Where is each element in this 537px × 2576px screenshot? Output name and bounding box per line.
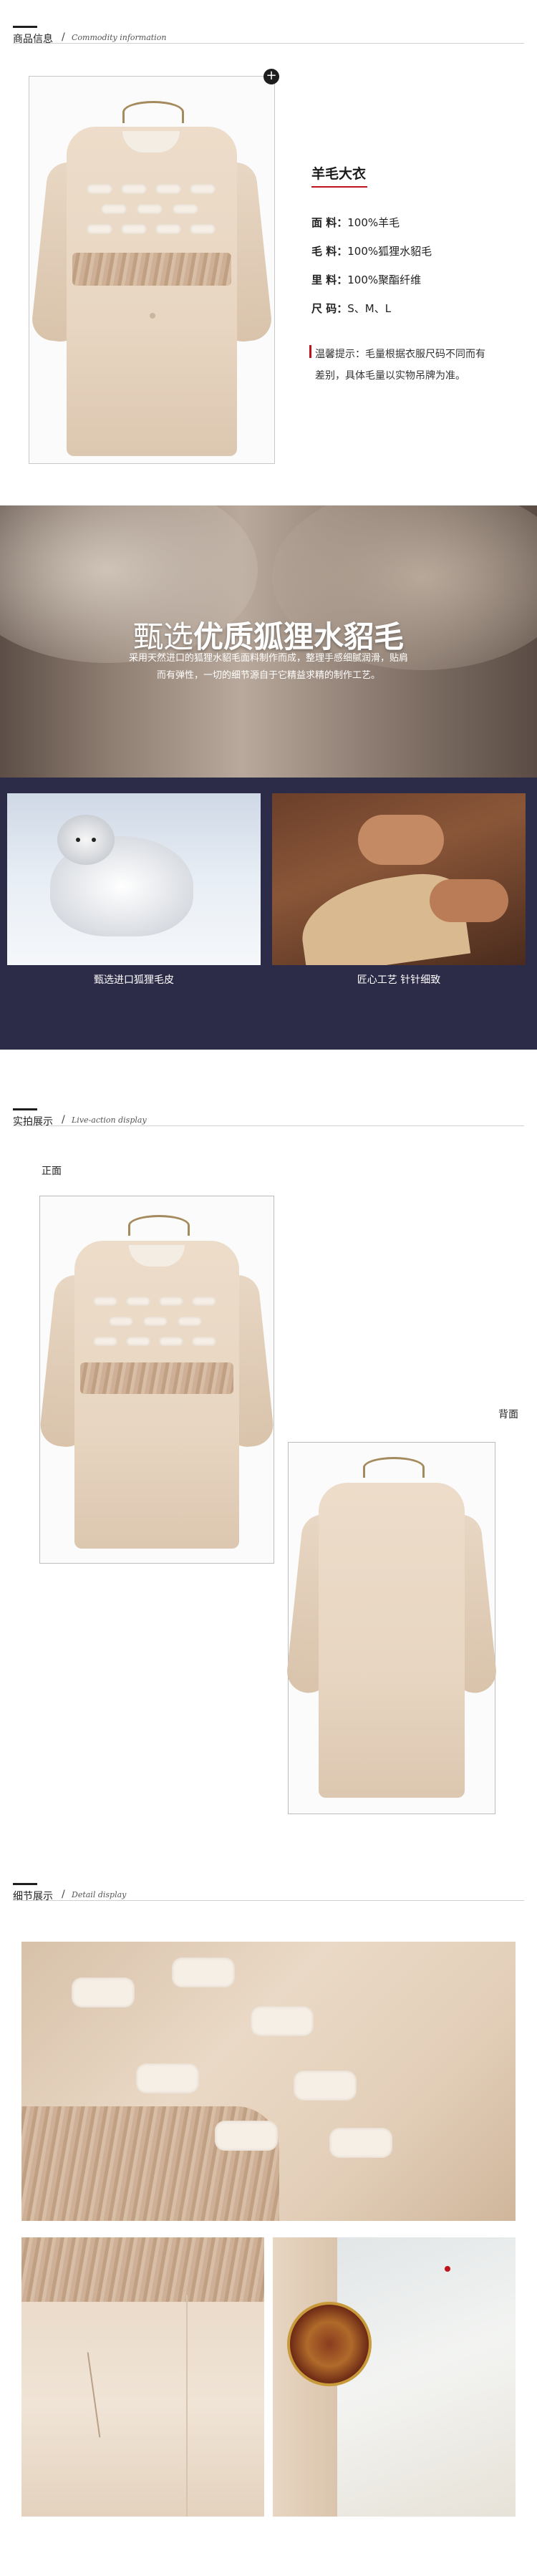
plus-circle-icon[interactable]: +: [263, 69, 279, 84]
product-name-underline: [311, 186, 367, 188]
section-title-en: Detail display: [72, 1890, 127, 1899]
header-bar: [13, 26, 37, 28]
back-label: 背面: [498, 1409, 518, 1420]
section-title-slash: /: [62, 1889, 65, 1900]
section-header-display: 实拍展示 / Live-action display: [0, 1095, 537, 1128]
spec-row-size: 尺 码：S、M、L: [311, 302, 392, 315]
section-title-zh: 细节展示: [13, 1891, 53, 1902]
product-image: [29, 76, 275, 464]
tip-marker: [309, 345, 311, 358]
section-title-slash: /: [62, 32, 65, 43]
caption-craft: 匠心工艺 针针细致: [357, 974, 441, 986]
banner-desc-line2: 而有弹性，一切的细节源自于它精益求精的制作工艺。: [156, 670, 380, 681]
lining-ornament: [287, 2302, 372, 2386]
coat-back: [319, 1483, 465, 1798]
detail-photo-lining: [273, 2237, 516, 2517]
section-header-info: 商品信息 / Commodity information: [0, 13, 537, 46]
front-photo: [38, 1196, 276, 1564]
section-title-zh: 实拍展示: [13, 1116, 53, 1128]
coat-front: [67, 127, 237, 456]
header-bar: [13, 1883, 37, 1885]
section-title-zh: 商品信息: [13, 34, 53, 45]
section-title-en: Live-action display: [72, 1115, 147, 1125]
spec-row-lining: 里 料：100%聚酯纤维: [311, 273, 422, 286]
feature-band: 甄选进口狐狸毛皮 匠心工艺 针针细致: [0, 778, 537, 1050]
fox-photo: [7, 793, 261, 965]
header-divider: [13, 43, 524, 44]
size-tip: 温馨提示：毛量根据衣服尺码不同而有差别，具体毛量以实物吊牌为准。: [315, 349, 485, 382]
section-title-en: Commodity information: [72, 33, 167, 42]
detail-photo-pompoms: [21, 1942, 516, 2221]
back-photo: [285, 1442, 498, 1814]
spec-row-fabric: 面 料：100%羊毛: [311, 216, 400, 229]
hanger: [122, 101, 184, 123]
spec-row-fur: 毛 料：100%狐狸水貂毛: [311, 245, 432, 258]
coat-front: [74, 1241, 239, 1549]
caption-fox: 甄选进口狐狸毛皮: [94, 974, 174, 986]
craft-photo: [272, 793, 526, 965]
header-bar: [13, 1108, 37, 1110]
banner-desc-line1: 采用天然进口的狐狸水貂毛面料制作而成，整理手感细腻润滑，贴肩: [128, 653, 408, 664]
product-name: 羊毛大衣: [311, 166, 367, 182]
detail-photo-pocket: [21, 2237, 264, 2517]
header-divider: [13, 1900, 524, 1901]
section-title-slash: /: [62, 1114, 65, 1125]
header-divider: [13, 1125, 524, 1126]
fur-banner: 甄选优质狐狸水貂毛 采用天然进口的狐狸水貂毛面料制作而成，整理手感细腻润滑，贴肩…: [0, 505, 537, 778]
section-header-detail: 细节展示 / Detail display: [0, 1870, 537, 1903]
fur-band: [72, 253, 231, 286]
front-label: 正面: [42, 1166, 62, 1177]
